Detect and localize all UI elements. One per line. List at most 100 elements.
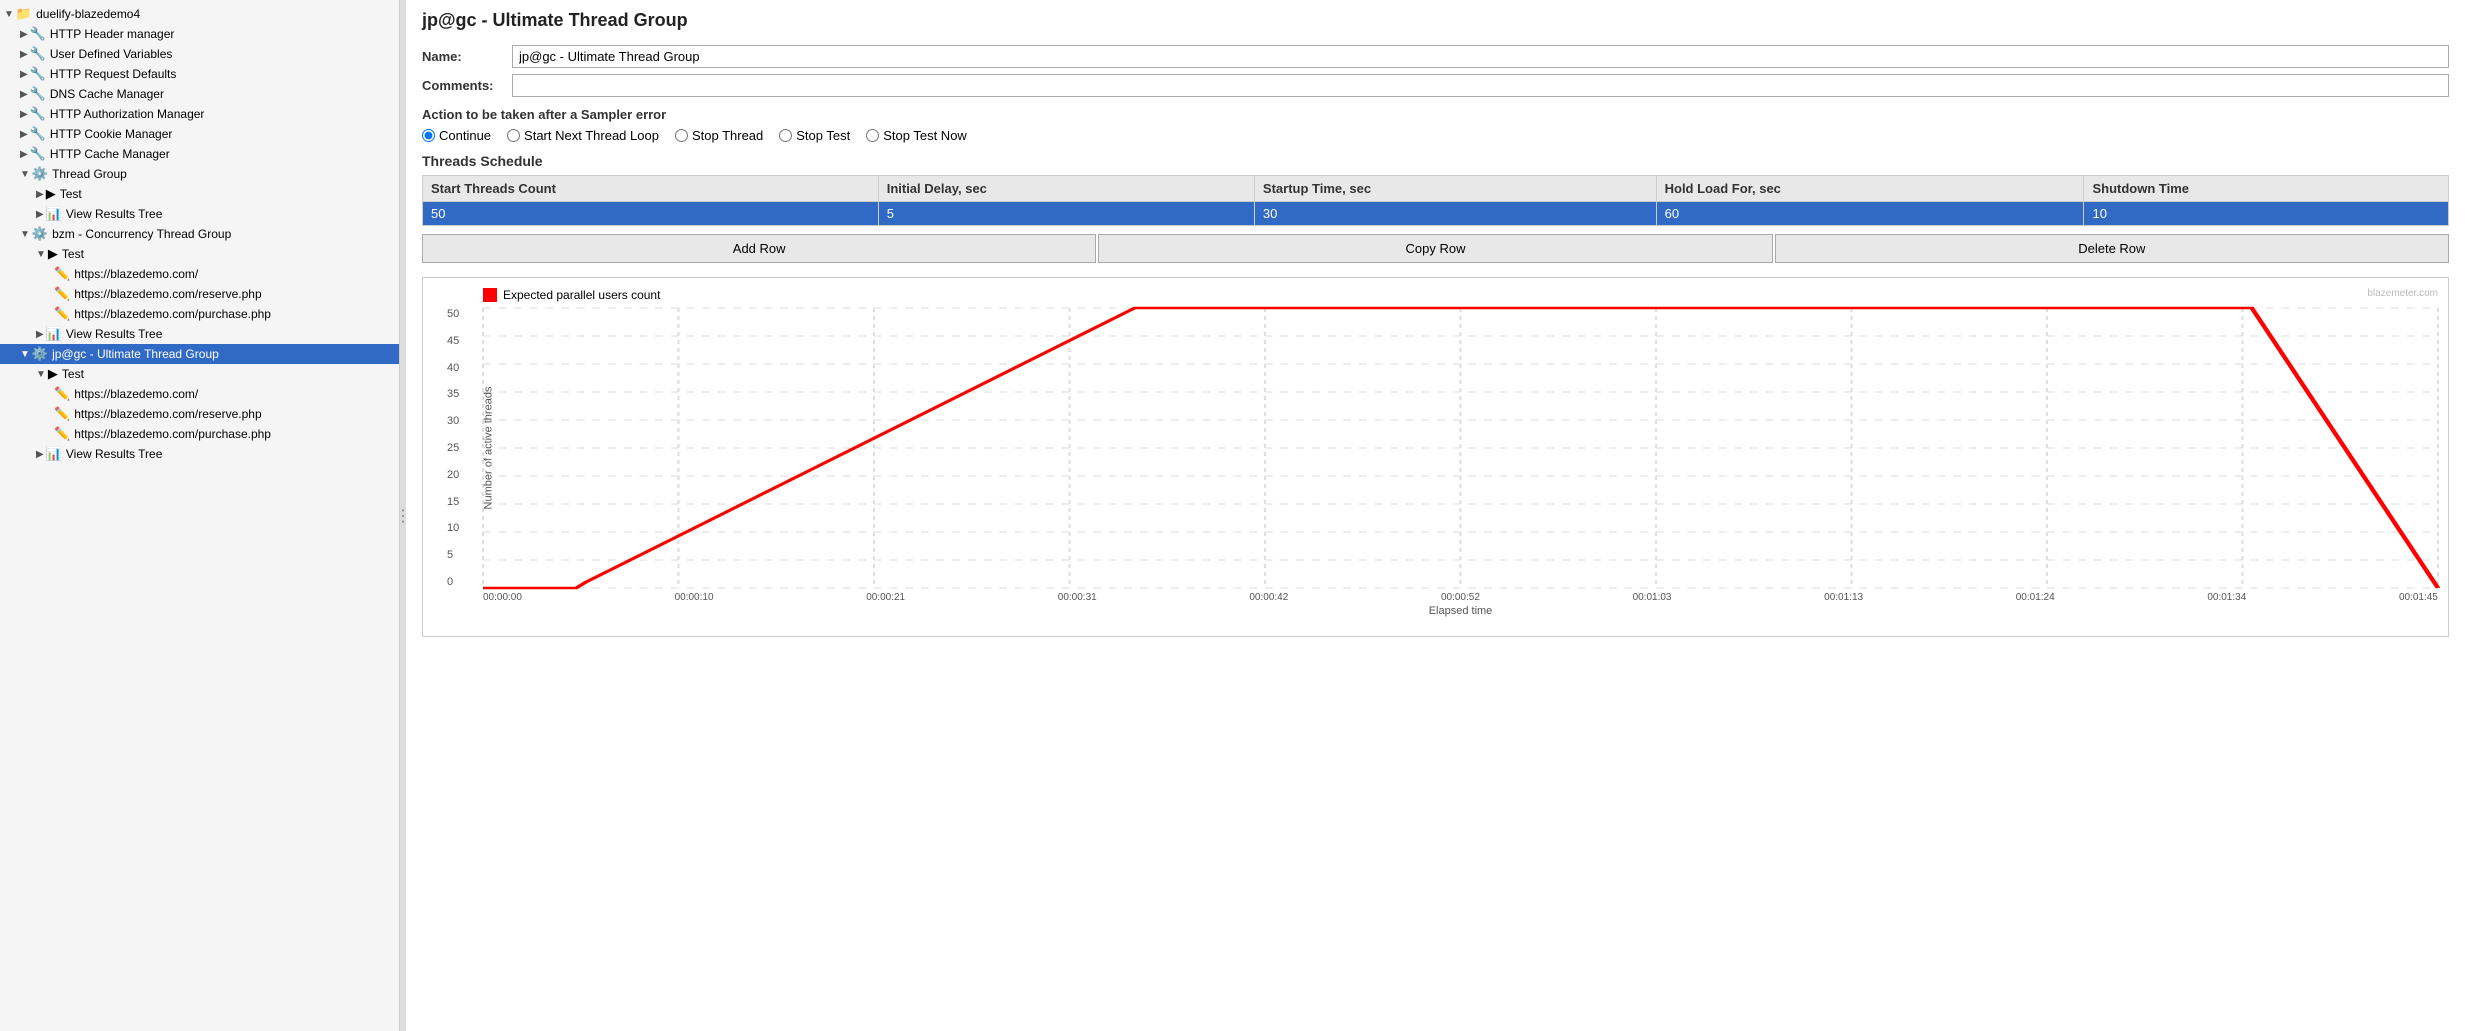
y-tick-15: 15 bbox=[447, 496, 459, 508]
tree-item-icon: 🔧 bbox=[30, 26, 46, 42]
table-header-3: Hold Load For, sec bbox=[1656, 176, 2084, 202]
radio-start-next-thread-loop[interactable] bbox=[507, 129, 520, 142]
tree-item-label: HTTP Header manager bbox=[50, 27, 175, 41]
comments-input[interactable] bbox=[512, 74, 2449, 97]
sidebar-item-http-header-manager[interactable]: ▶🔧 HTTP Header manager bbox=[0, 24, 399, 44]
y-tick-0: 0 bbox=[447, 576, 459, 588]
tree-item-icon: ✏️ bbox=[54, 386, 70, 402]
radio-option-stop-test-now[interactable]: Stop Test Now bbox=[866, 128, 967, 143]
table-row[interactable]: 505306010 bbox=[423, 202, 2449, 226]
x-axis-title: Elapsed time bbox=[483, 605, 2438, 617]
x-tick-5: 00:00:52 bbox=[1441, 592, 1480, 603]
expand-arrow[interactable]: ▶ bbox=[36, 209, 44, 220]
tree-item-icon: ▶ bbox=[46, 186, 56, 202]
y-tick-20: 20 bbox=[447, 469, 459, 481]
expand-arrow[interactable]: ▶ bbox=[36, 449, 44, 460]
y-tick-50: 50 bbox=[447, 308, 459, 320]
add-row-button[interactable]: Add Row bbox=[422, 234, 1096, 263]
tree-item-label: HTTP Request Defaults bbox=[50, 67, 177, 81]
sidebar-item-test1[interactable]: ▶▶Test bbox=[0, 184, 399, 204]
sidebar-item-test2[interactable]: ▼▶Test bbox=[0, 244, 399, 264]
sidebar-item-test3[interactable]: ▼▶Test bbox=[0, 364, 399, 384]
radio-option-stop-test[interactable]: Stop Test bbox=[779, 128, 850, 143]
tree-item-label: jp@gc - Ultimate Thread Group bbox=[52, 347, 219, 361]
tree-item-icon: 🔧 bbox=[30, 86, 46, 102]
sidebar-item-jp-ultimate-group[interactable]: ▼⚙️jp@gc - Ultimate Thread Group bbox=[0, 344, 399, 364]
expand-arrow[interactable]: ▼ bbox=[20, 349, 30, 360]
tree-item-label: duelify-blazedemo4 bbox=[36, 7, 140, 21]
expand-arrow[interactable]: ▼ bbox=[36, 249, 46, 260]
tree-item-label: https://blazedemo.com/ bbox=[74, 267, 198, 281]
expand-arrow[interactable]: ▶ bbox=[20, 69, 28, 80]
tree-item-label: Test bbox=[62, 247, 84, 261]
expand-arrow[interactable]: ▶ bbox=[20, 109, 28, 120]
name-input[interactable] bbox=[512, 45, 2449, 68]
x-tick-2: 00:00:21 bbox=[866, 592, 905, 603]
sidebar-item-blazedemo-reserve2[interactable]: ✏️https://blazedemo.com/reserve.php bbox=[0, 404, 399, 424]
sidebar-item-blazedemo1[interactable]: ✏️https://blazedemo.com/ bbox=[0, 264, 399, 284]
radio-label-stop-thread: Stop Thread bbox=[692, 128, 763, 143]
x-tick-9: 00:01:34 bbox=[2207, 592, 2246, 603]
expand-arrow[interactable]: ▶ bbox=[36, 189, 44, 200]
expand-arrow[interactable]: ▼ bbox=[20, 229, 30, 240]
sidebar-item-dns-cache-manager[interactable]: ▶🔧DNS Cache Manager bbox=[0, 84, 399, 104]
tree-item-label: https://blazedemo.com/purchase.php bbox=[74, 307, 271, 321]
tree-item-icon: 📊 bbox=[46, 326, 62, 342]
radio-stop-test-now[interactable] bbox=[866, 129, 879, 142]
action-label: Action to be taken after a Sampler error bbox=[422, 107, 2449, 122]
button-row: Add Row Copy Row Delete Row bbox=[422, 234, 2449, 263]
sidebar-item-blazedemo-purchase2[interactable]: ✏️https://blazedemo.com/purchase.php bbox=[0, 424, 399, 444]
table-header-4: Shutdown Time bbox=[2084, 176, 2449, 202]
sidebar-item-view-results-tree1[interactable]: ▶📊View Results Tree bbox=[0, 204, 399, 224]
radio-option-continue[interactable]: Continue bbox=[422, 128, 491, 143]
tree-item-label: Thread Group bbox=[52, 167, 127, 181]
expand-arrow[interactable]: ▶ bbox=[20, 29, 28, 40]
tree-item-icon: 🔧 bbox=[30, 106, 46, 122]
tree-item-icon: 📁 bbox=[16, 6, 32, 22]
sidebar-item-http-cookie-manager[interactable]: ▶🔧HTTP Cookie Manager bbox=[0, 124, 399, 144]
expand-arrow[interactable]: ▼ bbox=[36, 369, 46, 380]
sidebar-item-duelify-blazedemo4[interactable]: ▼📁 duelify-blazedemo4 bbox=[0, 4, 399, 24]
chart-legend: Expected parallel users count bbox=[483, 288, 2438, 302]
y-tick-40: 40 bbox=[447, 362, 459, 374]
table-cell-0-1: 5 bbox=[878, 202, 1254, 226]
y-tick-10: 10 bbox=[447, 522, 459, 534]
expand-arrow[interactable]: ▶ bbox=[36, 329, 44, 340]
x-tick-3: 00:00:31 bbox=[1058, 592, 1097, 603]
radio-continue[interactable] bbox=[422, 129, 435, 142]
expand-arrow[interactable]: ▶ bbox=[20, 49, 28, 60]
expand-arrow[interactable]: ▶ bbox=[20, 149, 28, 160]
sidebar-item-thread-group[interactable]: ▼⚙️Thread Group bbox=[0, 164, 399, 184]
sidebar-item-blazedemo-purchase[interactable]: ✏️ https://blazedemo.com/purchase.php bbox=[0, 304, 399, 324]
sidebar-item-view-results-tree2[interactable]: ▶📊View Results Tree bbox=[0, 324, 399, 344]
sidebar-item-http-cache-manager[interactable]: ▶🔧HTTP Cache Manager bbox=[0, 144, 399, 164]
sidebar-item-http-request-defaults[interactable]: ▶🔧HTTP Request Defaults bbox=[0, 64, 399, 84]
expand-arrow[interactable]: ▼ bbox=[20, 169, 30, 180]
sidebar-item-bzm-concurrency[interactable]: ▼⚙️bzm - Concurrency Thread Group bbox=[0, 224, 399, 244]
tree-item-icon: ✏️ bbox=[54, 306, 70, 322]
table-body: 505306010 bbox=[423, 202, 2449, 226]
copy-row-button[interactable]: Copy Row bbox=[1098, 234, 1772, 263]
expand-arrow[interactable]: ▶ bbox=[20, 89, 28, 100]
tree-item-label: https://blazedemo.com/ bbox=[74, 387, 198, 401]
tree-item-icon: 📊 bbox=[46, 206, 62, 222]
tree-item-icon: ⚙️ bbox=[32, 226, 48, 242]
expand-arrow[interactable]: ▼ bbox=[4, 9, 14, 20]
radio-label-start-next-thread-loop: Start Next Thread Loop bbox=[524, 128, 659, 143]
sidebar-item-blazedemo2[interactable]: ✏️ https://blazedemo.com/ bbox=[0, 384, 399, 404]
sidebar-item-http-auth-manager[interactable]: ▶🔧HTTP Authorization Manager bbox=[0, 104, 399, 124]
y-tick-25: 25 bbox=[447, 442, 459, 454]
sidebar-item-blazedemo-reserve[interactable]: ✏️https://blazedemo.com/reserve.php bbox=[0, 284, 399, 304]
table-header-0: Start Threads Count bbox=[423, 176, 879, 202]
radio-option-start-next-thread-loop[interactable]: Start Next Thread Loop bbox=[507, 128, 659, 143]
expand-arrow[interactable]: ▶ bbox=[20, 129, 28, 140]
sidebar-item-user-defined-variables[interactable]: ▶🔧User Defined Variables bbox=[0, 44, 399, 64]
sidebar-item-view-results-tree3[interactable]: ▶📊View Results Tree bbox=[0, 444, 399, 464]
table-header-2: Startup Time, sec bbox=[1254, 176, 1656, 202]
delete-row-button[interactable]: Delete Row bbox=[1775, 234, 2449, 263]
tree-item-icon: 🔧 bbox=[30, 126, 46, 142]
radio-option-stop-thread[interactable]: Stop Thread bbox=[675, 128, 763, 143]
radio-stop-thread[interactable] bbox=[675, 129, 688, 142]
radio-stop-test[interactable] bbox=[779, 129, 792, 142]
x-tick-7: 00:01:13 bbox=[1824, 592, 1863, 603]
